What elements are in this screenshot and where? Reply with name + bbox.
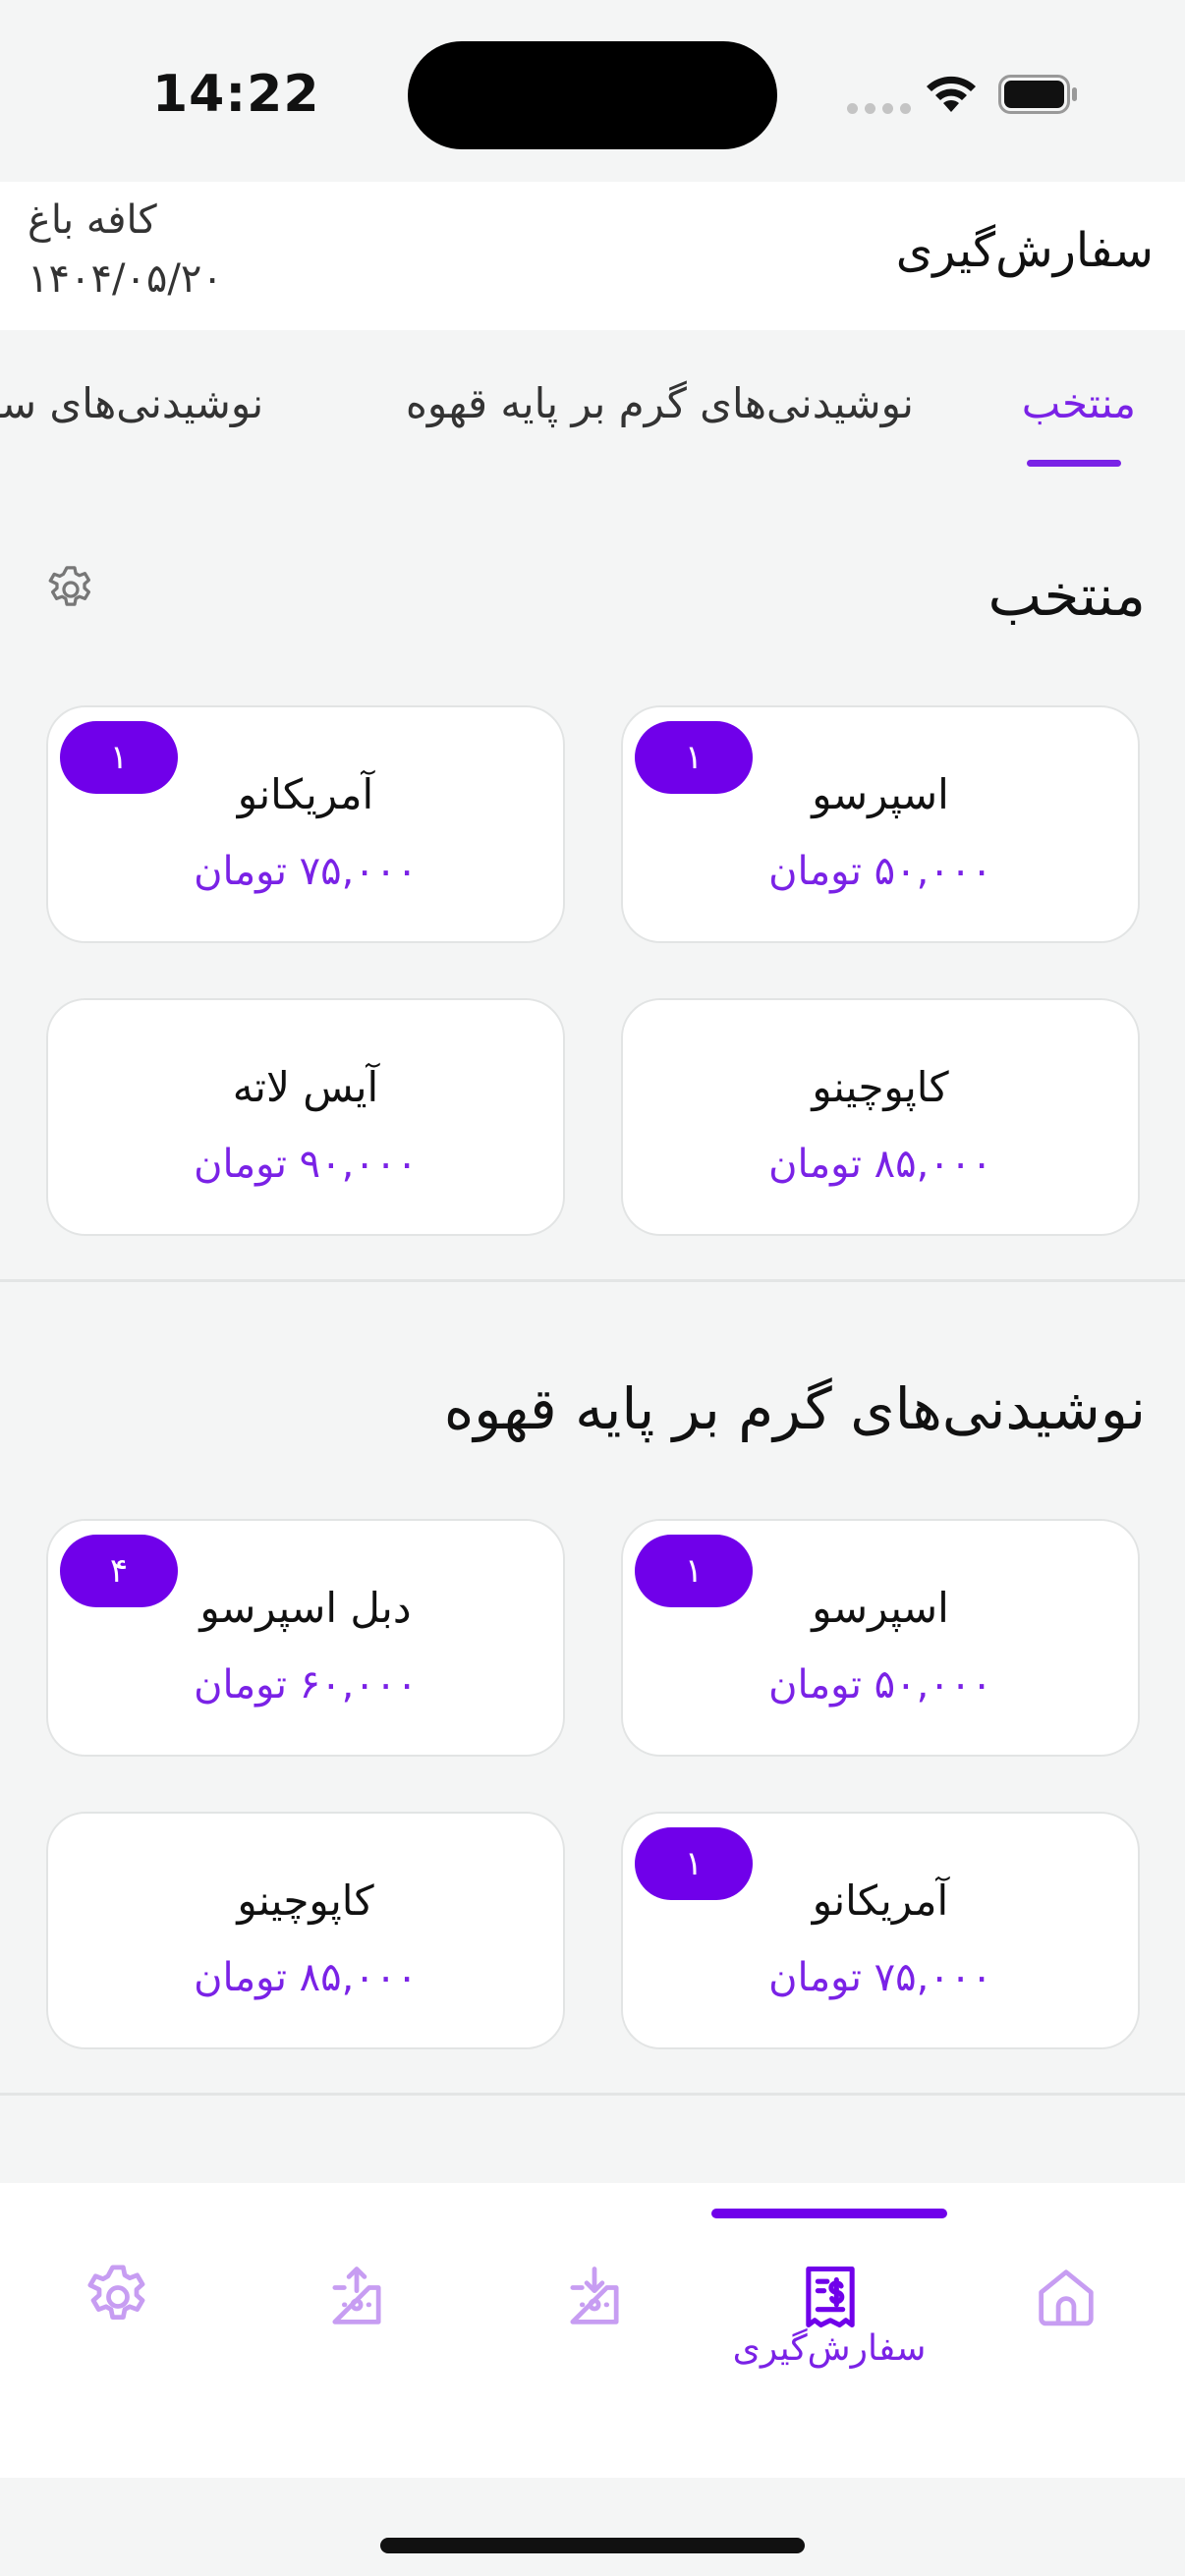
tab-active-indicator bbox=[1027, 460, 1121, 467]
nav-settings[interactable] bbox=[59, 2238, 177, 2356]
product-card[interactable]: ۴ دبل اسپرسو ۶۰,۰۰۰ تومان bbox=[46, 1519, 565, 1757]
product-card[interactable]: آیس لاته ۹۰,۰۰۰ تومان bbox=[46, 998, 565, 1236]
status-time: 14:22 bbox=[152, 65, 320, 124]
product-name: دبل اسپرسو bbox=[199, 1584, 412, 1632]
product-name: کاپوچینو bbox=[812, 1063, 949, 1111]
section-title: منتخب bbox=[988, 562, 1146, 629]
product-name: کاپوچینو bbox=[237, 1876, 374, 1925]
receipt-icon bbox=[806, 2266, 855, 2328]
product-name: آیس لاته bbox=[232, 1063, 379, 1111]
tab-hot-coffee[interactable]: نوشیدنی‌های گرم بر پایه قهوه bbox=[406, 379, 914, 427]
app-header: سفارش‌گیری کافه باغ ۱۴۰۴/۰۵/۲۰ bbox=[0, 182, 1185, 330]
home-icon bbox=[1039, 2269, 1094, 2326]
product-name: آمریکانو bbox=[237, 770, 374, 818]
product-card[interactable]: کاپوچینو ۸۵,۰۰۰ تومان bbox=[621, 998, 1140, 1236]
product-price: ۵۰,۰۰۰ تومان bbox=[768, 849, 992, 894]
page-title: سفارش‌گیری bbox=[895, 223, 1154, 278]
product-price: ۵۰,۰۰۰ تومان bbox=[768, 1662, 992, 1708]
gear-icon bbox=[87, 2265, 145, 2320]
status-bar: 14:22 bbox=[0, 0, 1185, 182]
product-price: ۸۵,۰۰۰ تومان bbox=[768, 1142, 992, 1187]
nav-active-indicator bbox=[711, 2209, 947, 2218]
product-card[interactable]: کاپوچینو ۸۵,۰۰۰ تومان bbox=[46, 1812, 565, 2049]
category-tabs: منتخب نوشیدنی‌های گرم بر پایه قهوه نوشید… bbox=[0, 330, 1185, 477]
cellular-signal-icon bbox=[847, 103, 911, 114]
product-name: اسپرسو bbox=[812, 770, 949, 818]
tab-featured[interactable]: منتخب bbox=[1022, 379, 1136, 427]
product-price: ۶۰,۰۰۰ تومان bbox=[194, 1662, 418, 1708]
tab-cold-drinks[interactable]: نوشیدنی‌های سرد bbox=[0, 379, 295, 427]
nav-receive[interactable] bbox=[536, 2238, 653, 2356]
nav-send[interactable] bbox=[298, 2238, 416, 2356]
nav-order-label: سفارش‌گیری bbox=[732, 2328, 927, 2369]
dynamic-island bbox=[408, 41, 777, 149]
section-title: نوشیدنی‌های گرم بر پایه قهوه bbox=[443, 1375, 1146, 1442]
cafe-name: کافه باغ bbox=[28, 197, 157, 243]
product-price: ۷۵,۰۰۰ تومان bbox=[768, 1955, 992, 2000]
product-price: ۹۰,۰۰۰ تومان bbox=[194, 1142, 418, 1187]
product-price: ۷۵,۰۰۰ تومان bbox=[194, 849, 418, 894]
section-divider bbox=[0, 2093, 1185, 2096]
app-root: 14:22 سفارش‌گیری کافه باغ ۱۴۰۴/۰۵/۲۰ منت… bbox=[0, 0, 1185, 2576]
home-indicator[interactable] bbox=[380, 2538, 805, 2553]
product-card[interactable]: ۱ آمریکانو ۷۵,۰۰۰ تومان bbox=[46, 705, 565, 943]
product-card[interactable]: ۱ اسپرسو ۵۰,۰۰۰ تومان bbox=[621, 705, 1140, 943]
product-card[interactable]: ۱ آمریکانو ۷۵,۰۰۰ تومان bbox=[621, 1812, 1140, 2049]
box-out-icon bbox=[332, 2267, 381, 2324]
battery-icon bbox=[998, 75, 1077, 114]
product-card[interactable]: ۱ اسپرسو ۵۰,۰۰۰ تومان bbox=[621, 1519, 1140, 1757]
bottom-navigation: سفارش‌گیری bbox=[0, 2183, 1185, 2478]
nav-home[interactable] bbox=[1007, 2238, 1125, 2356]
product-name: آمریکانو bbox=[812, 1876, 949, 1925]
product-price: ۸۵,۰۰۰ تومان bbox=[194, 1955, 418, 2000]
wifi-icon bbox=[927, 76, 976, 112]
product-name: اسپرسو bbox=[812, 1584, 949, 1632]
box-in-icon bbox=[570, 2267, 619, 2324]
section-divider bbox=[0, 1279, 1185, 1282]
cafe-date: ۱۴۰۴/۰۵/۲۰ bbox=[28, 256, 223, 302]
gear-icon[interactable] bbox=[43, 562, 98, 617]
